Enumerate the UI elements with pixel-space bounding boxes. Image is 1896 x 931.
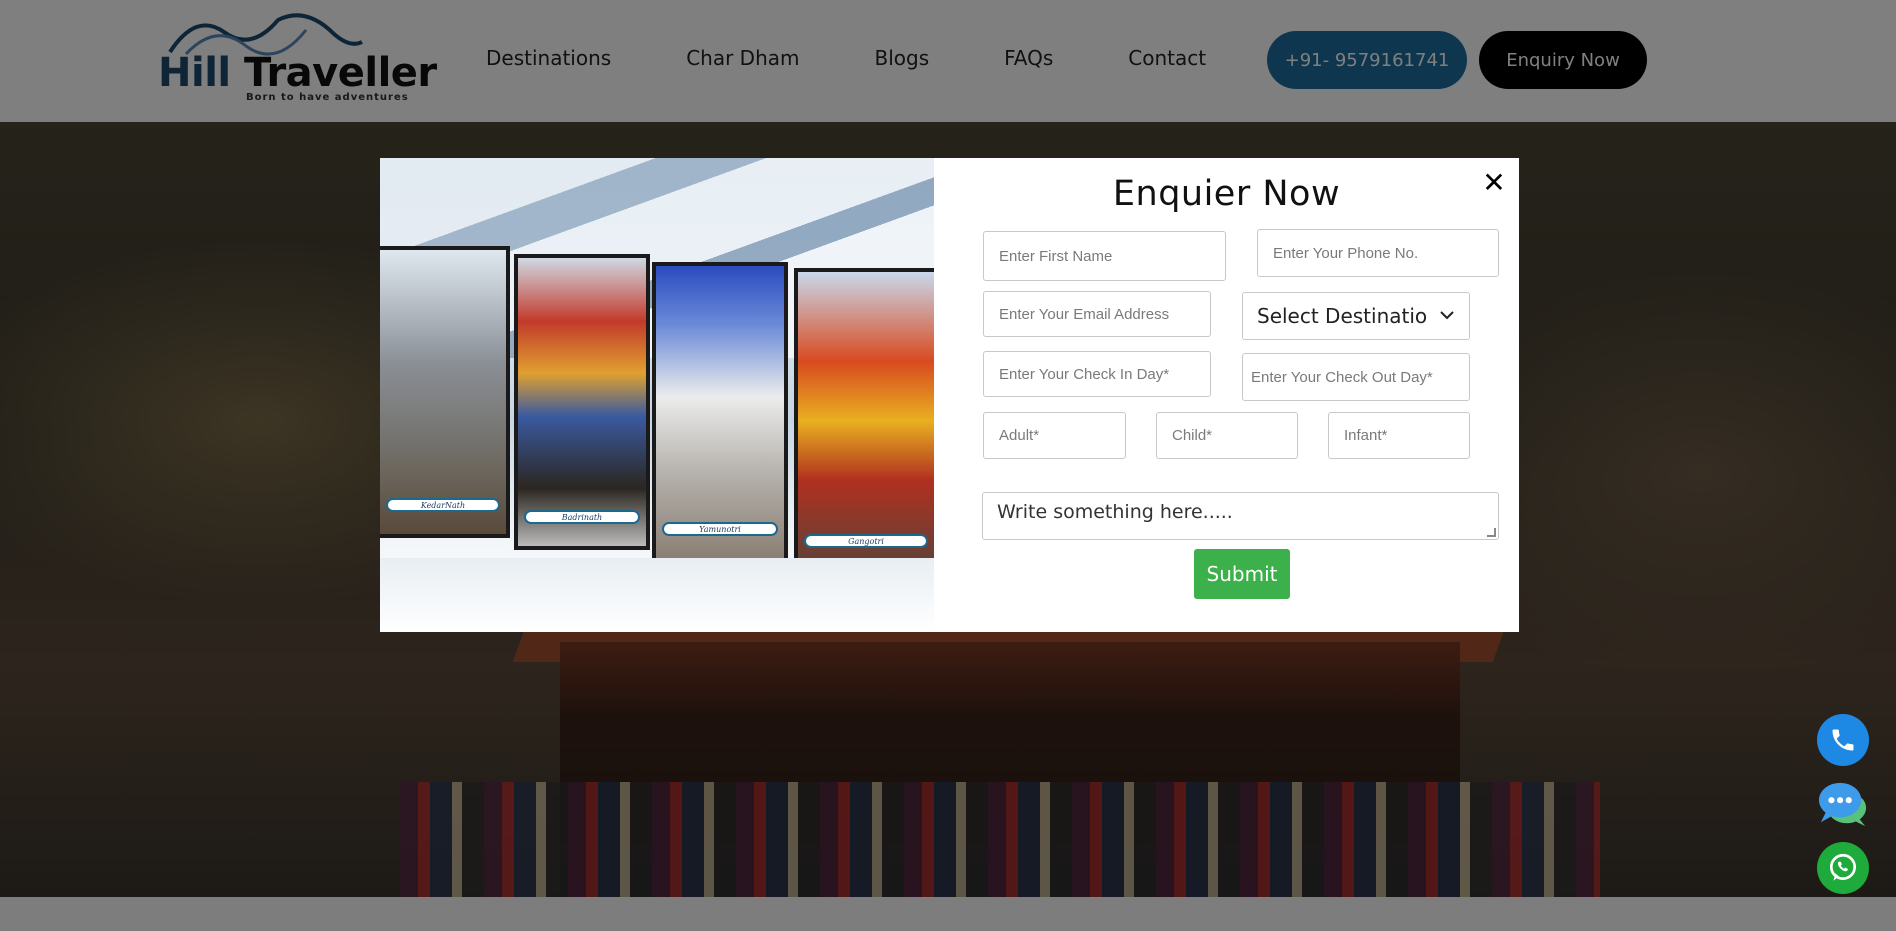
message-textarea[interactable]: Write something here..... xyxy=(982,492,1499,540)
temple-label-kedarnath: KedarNath xyxy=(386,498,500,512)
chat-button[interactable] xyxy=(1817,778,1869,830)
char-dham-collage-image: KedarNath Badrinath Yamunotri Gangotri xyxy=(380,158,934,632)
whatsapp-button[interactable] xyxy=(1817,842,1869,894)
email-input[interactable]: Enter Your Email Address xyxy=(983,291,1211,337)
temple-panel-badrinath: Badrinath xyxy=(514,254,650,550)
temple-panel-gangotri: Gangotri xyxy=(794,268,934,574)
temple-label-gangotri: Gangotri xyxy=(804,534,928,548)
enquiry-modal: KedarNath Badrinath Yamunotri Gangotri E… xyxy=(380,158,1519,632)
resize-handle-icon[interactable] xyxy=(1487,528,1496,537)
temple-panel-yamunotri: Yamunotri xyxy=(652,262,788,562)
check-in-input[interactable]: Enter Your Check In Day* xyxy=(983,351,1211,397)
phone-icon xyxy=(1832,729,1854,751)
call-button[interactable] xyxy=(1817,714,1869,766)
temple-label-badrinath: Badrinath xyxy=(524,510,640,524)
destination-select-value: Select Destinatio xyxy=(1257,304,1428,328)
phone-input[interactable]: Enter Your Phone No. xyxy=(1257,229,1499,277)
temple-panel-kedarnath: KedarNath xyxy=(380,246,510,538)
chevron-down-icon xyxy=(1440,311,1454,320)
child-input[interactable]: Child* xyxy=(1156,412,1298,459)
snow-ground xyxy=(380,558,934,632)
infant-input[interactable]: Infant* xyxy=(1328,412,1470,459)
destination-select[interactable]: Select Destinatio xyxy=(1242,292,1470,340)
page-bottom-strip xyxy=(0,897,1896,931)
message-placeholder: Write something here..... xyxy=(997,501,1233,523)
adult-input[interactable]: Adult* xyxy=(983,412,1126,459)
close-icon[interactable]: ✕ xyxy=(1479,168,1509,198)
submit-button[interactable]: Submit xyxy=(1194,549,1290,599)
check-out-input[interactable]: Enter Your Check Out Day* xyxy=(1242,353,1470,401)
temple-label-yamunotri: Yamunotri xyxy=(662,522,778,536)
first-name-input[interactable]: Enter First Name xyxy=(983,231,1226,281)
modal-title: Enquier Now xyxy=(1112,174,1341,214)
chat-icon xyxy=(1818,782,1867,827)
whatsapp-icon xyxy=(1829,853,1857,881)
